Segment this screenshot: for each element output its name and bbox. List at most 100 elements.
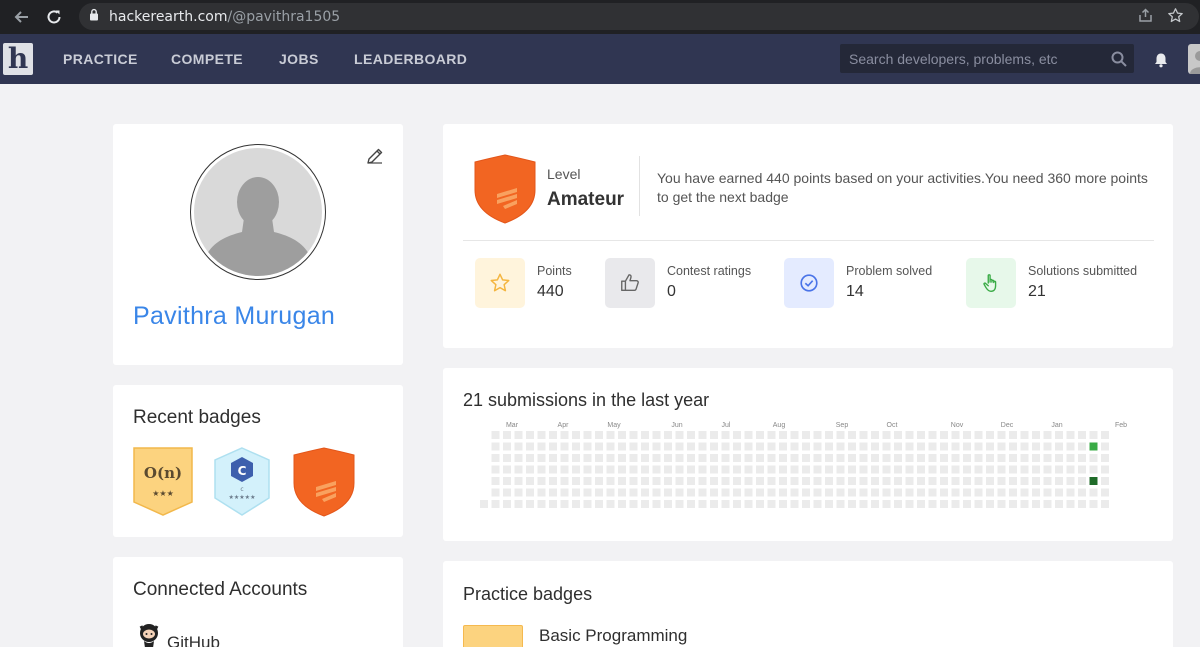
heatmap-cell[interactable]: [790, 465, 799, 474]
heatmap-cell[interactable]: [1020, 477, 1029, 485]
heatmap-cell[interactable]: [526, 431, 534, 439]
heatmap-cell[interactable]: [825, 442, 833, 451]
heatmap-cell[interactable]: [963, 454, 971, 462]
heatmap-cell[interactable]: [583, 500, 592, 508]
heatmap-cell[interactable]: [514, 500, 523, 508]
heatmap-cell[interactable]: [859, 442, 868, 451]
heatmap-cell[interactable]: [871, 454, 879, 462]
heatmap-cell[interactable]: [710, 431, 718, 439]
heatmap-cell[interactable]: [1066, 442, 1075, 451]
heatmap-cell[interactable]: [974, 500, 983, 508]
heatmap-cell[interactable]: [514, 454, 523, 462]
heatmap-cell[interactable]: [710, 477, 718, 485]
heatmap-cell[interactable]: [560, 454, 569, 462]
heatmap-cell[interactable]: [503, 454, 511, 462]
heatmap-cell[interactable]: [963, 431, 971, 439]
heatmap-cell[interactable]: [664, 500, 672, 508]
heatmap-cell[interactable]: [802, 454, 810, 462]
heatmap-cell[interactable]: [940, 442, 948, 451]
practice-badge-name[interactable]: Basic Programming: [539, 626, 687, 646]
heatmap-cell[interactable]: [1032, 431, 1040, 439]
heatmap-cell[interactable]: [813, 488, 822, 497]
heatmap-cell[interactable]: [986, 465, 994, 474]
heatmap-cell[interactable]: [790, 442, 799, 451]
heatmap-cell[interactable]: [1009, 431, 1017, 439]
heatmap-cell[interactable]: [1055, 454, 1063, 462]
heatmap-cell[interactable]: [641, 431, 649, 439]
heatmap-cell[interactable]: [1078, 465, 1086, 474]
heatmap-cell[interactable]: [1101, 477, 1109, 485]
heatmap-cell[interactable]: [940, 454, 948, 462]
heatmap-cell[interactable]: [514, 488, 523, 497]
heatmap-cell[interactable]: [675, 431, 684, 439]
heatmap-cell-active[interactable]: [1089, 442, 1098, 451]
heatmap-cell[interactable]: [560, 431, 569, 439]
heatmap-cell[interactable]: [572, 454, 580, 462]
heatmap-cell[interactable]: [583, 477, 592, 485]
heatmap-cell[interactable]: [917, 477, 925, 485]
heatmap-cell[interactable]: [537, 477, 546, 485]
heatmap-cell[interactable]: [882, 488, 891, 497]
heatmap-cell[interactable]: [940, 500, 948, 508]
heatmap-cell[interactable]: [802, 477, 810, 485]
heatmap-cell[interactable]: [1020, 488, 1029, 497]
heatmap-cell[interactable]: [1066, 477, 1075, 485]
amateur-shield-badge-icon[interactable]: [292, 447, 356, 522]
heatmap-cell[interactable]: [1009, 465, 1017, 474]
heatmap-cell[interactable]: [882, 500, 891, 508]
heatmap-cell[interactable]: [1020, 442, 1029, 451]
heatmap-cell[interactable]: [629, 431, 638, 439]
heatmap-cell[interactable]: [687, 477, 695, 485]
heatmap-cell[interactable]: [756, 500, 764, 508]
heatmap-cell[interactable]: [698, 465, 707, 474]
heatmap-cell[interactable]: [917, 465, 925, 474]
heatmap-cell[interactable]: [503, 477, 511, 485]
heatmap-cell[interactable]: [928, 442, 937, 451]
heatmap-cell[interactable]: [595, 465, 603, 474]
heatmap-cell[interactable]: [940, 465, 948, 474]
heatmap-cell[interactable]: [779, 465, 787, 474]
heatmap-cell[interactable]: [871, 465, 879, 474]
heatmap-cell[interactable]: [583, 442, 592, 451]
heatmap-cell[interactable]: [871, 488, 879, 497]
heatmap-cell[interactable]: [698, 477, 707, 485]
c-language-badge-icon[interactable]: C c ★★★★★: [212, 447, 272, 522]
heatmap-cell[interactable]: [779, 442, 787, 451]
heatmap-cell[interactable]: [744, 465, 753, 474]
heatmap-cell[interactable]: [790, 500, 799, 508]
heatmap-cell[interactable]: [986, 442, 994, 451]
heatmap-cell[interactable]: [744, 500, 753, 508]
heatmap-cell[interactable]: [629, 500, 638, 508]
heatmap-cell[interactable]: [848, 465, 856, 474]
heatmap-cell[interactable]: [894, 465, 902, 474]
heatmap-cell[interactable]: [951, 465, 960, 474]
heatmap-cell[interactable]: [951, 431, 960, 439]
heatmap-cell[interactable]: [687, 500, 695, 508]
heatmap-cell[interactable]: [836, 442, 845, 451]
heatmap-cell[interactable]: [1009, 488, 1017, 497]
heatmap-cell[interactable]: [756, 454, 764, 462]
heatmap-cell[interactable]: [595, 454, 603, 462]
heatmap-cell[interactable]: [710, 454, 718, 462]
heatmap-cell[interactable]: [549, 442, 557, 451]
heatmap-cell[interactable]: [698, 488, 707, 497]
heatmap-cell[interactable]: [526, 488, 534, 497]
heatmap-cell[interactable]: [905, 488, 914, 497]
heatmap-cell[interactable]: [1055, 488, 1063, 497]
heatmap-cell[interactable]: [721, 488, 730, 497]
heatmap-cell[interactable]: [675, 488, 684, 497]
heatmap-cell[interactable]: [779, 488, 787, 497]
heatmap-cell[interactable]: [779, 431, 787, 439]
heatmap-cell[interactable]: [940, 431, 948, 439]
heatmap-cell[interactable]: [526, 500, 534, 508]
heatmap-cell[interactable]: [997, 500, 1006, 508]
heatmap-cell[interactable]: [641, 477, 649, 485]
heatmap-cell[interactable]: [894, 488, 902, 497]
heatmap-cell[interactable]: [1043, 500, 1052, 508]
heatmap-cell[interactable]: [710, 488, 718, 497]
heatmap-cell[interactable]: [1032, 477, 1040, 485]
heatmap-cell[interactable]: [652, 454, 661, 462]
heatmap-cell[interactable]: [1055, 500, 1063, 508]
heatmap-cell[interactable]: [905, 442, 914, 451]
heatmap-cell[interactable]: [560, 465, 569, 474]
